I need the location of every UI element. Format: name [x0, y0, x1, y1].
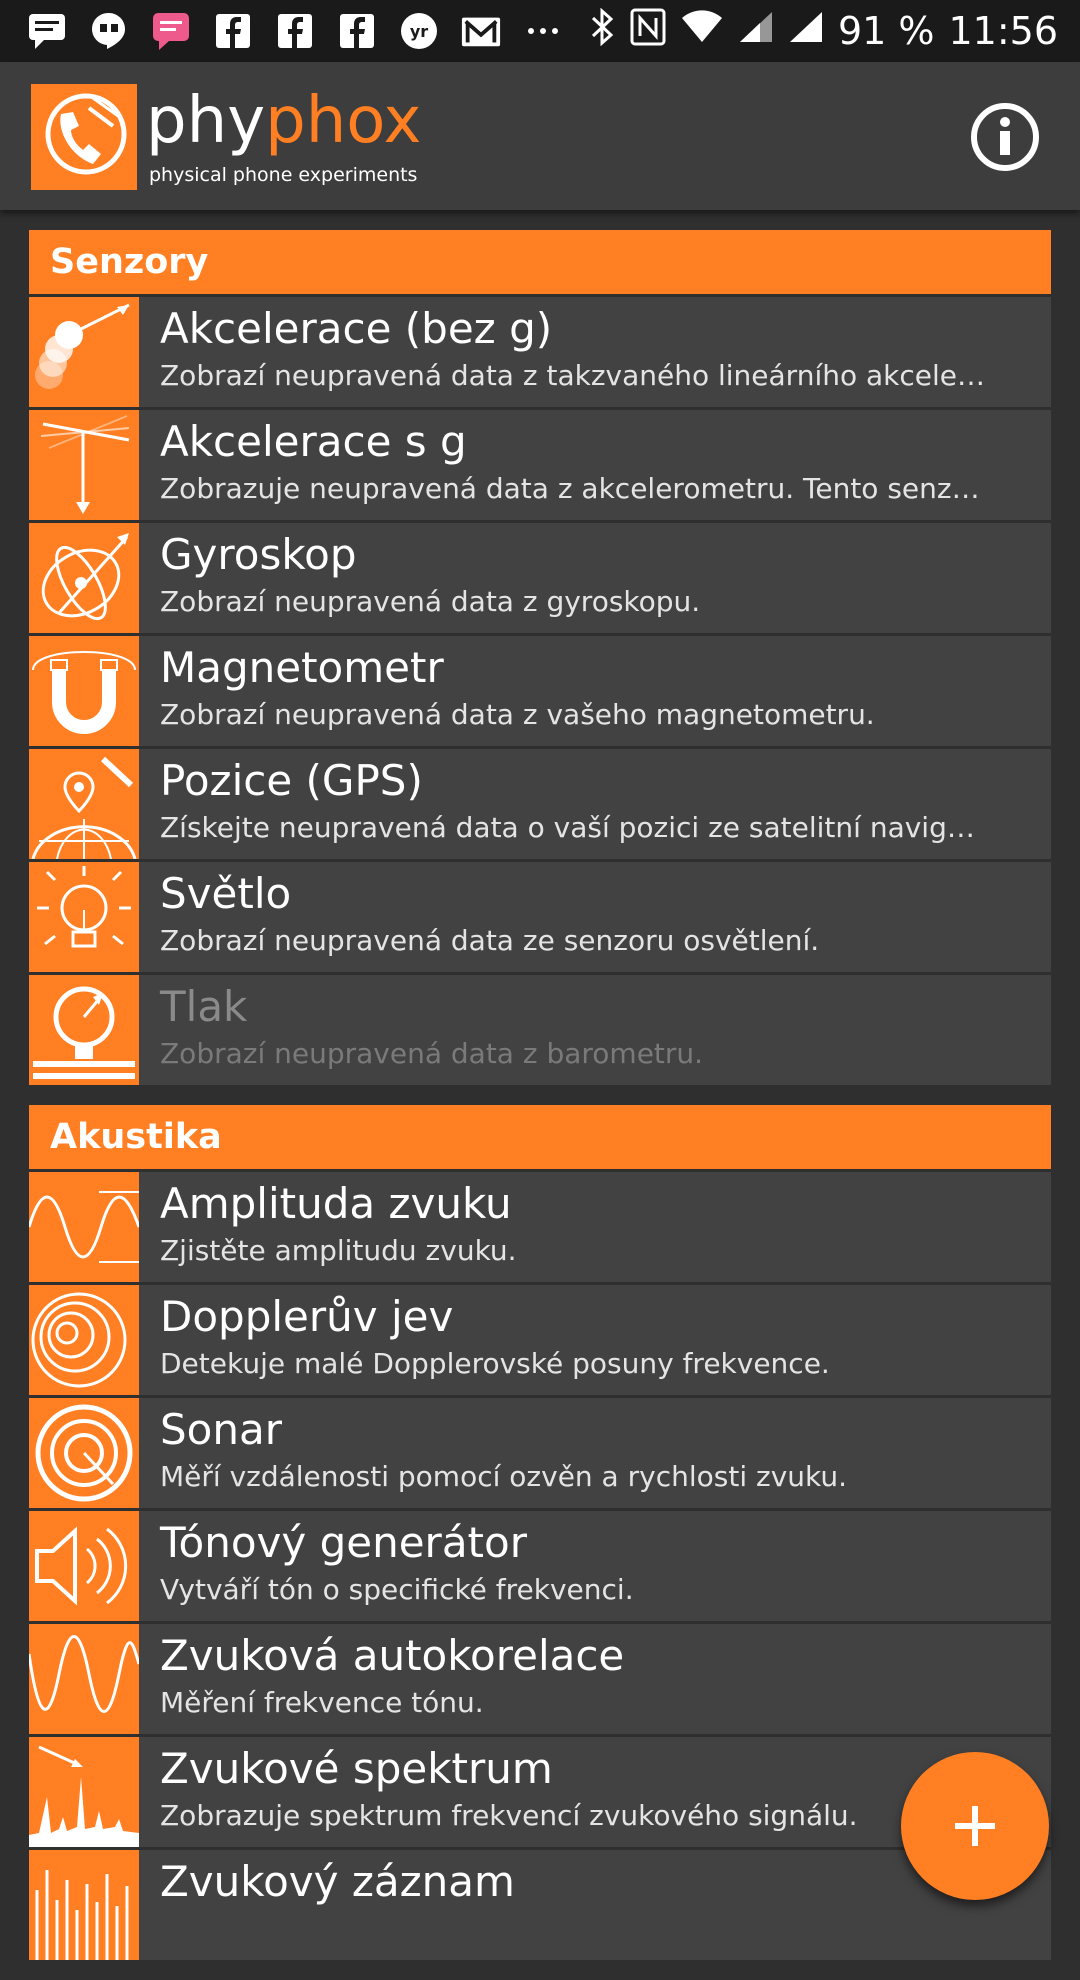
- status-bar: yr 91 % 11:56: [0, 0, 1080, 62]
- plus-icon: [955, 1806, 995, 1846]
- app-subtitle: physical phone experiments: [149, 164, 418, 186]
- experiment-title: Tónový generátor: [160, 1518, 527, 1567]
- bluetooth-icon: [590, 7, 616, 55]
- experiment-description: Získejte neupravená data o vaší pozici z…: [160, 811, 975, 844]
- light-bulb-icon: [29, 862, 139, 972]
- sound-amplitude-icon: [29, 1172, 139, 1282]
- facebook-icon: [212, 11, 254, 51]
- svg-text:yr: yr: [410, 22, 428, 41]
- experiment-item[interactable]: Magnetometr Zobrazí neupravená data z va…: [29, 636, 1051, 746]
- experiment-item[interactable]: Zvuková autokorelace Měření frekvence tó…: [29, 1624, 1051, 1734]
- chat-icon: [150, 11, 192, 51]
- category-akustika: Akustika Amplituda zvuku Zjistěte amplit…: [29, 1105, 1051, 1960]
- signal-icon-1: [738, 9, 774, 53]
- experiment-description: Vytváří tón o specifické frekvenci.: [160, 1573, 634, 1606]
- experiment-item[interactable]: Světlo Zobrazí neupravená data ze senzor…: [29, 862, 1051, 972]
- hangouts-icon: [88, 11, 130, 51]
- clock: 11:56: [948, 9, 1058, 53]
- yr-icon: yr: [398, 11, 440, 51]
- experiment-description: Detekuje malé Dopplerovské posuny frekve…: [160, 1347, 830, 1380]
- gmail-icon: [460, 11, 502, 51]
- experiment-item[interactable]: Dopplerův jev Detekuje malé Dopplerovské…: [29, 1285, 1051, 1395]
- spectrum-icon: [29, 1737, 139, 1847]
- experiment-description: Zobrazuje neupravená data z akcelerometr…: [160, 472, 980, 505]
- experiment-title: Magnetometr: [160, 643, 444, 692]
- experiment-title: Gyroskop: [160, 530, 357, 579]
- notification-icons: yr: [0, 11, 564, 51]
- system-status: 91 % 11:56: [590, 0, 1058, 62]
- experiment-description: Měření frekvence tónu.: [160, 1686, 484, 1719]
- category-header: Senzory: [29, 230, 1051, 294]
- app-name: phyphox: [146, 84, 422, 158]
- experiment-item-disabled: Tlak Zobrazí neupravená data z barometru…: [29, 975, 1051, 1085]
- battery-percent: 91 %: [837, 9, 935, 53]
- speaker-icon: [29, 1511, 139, 1621]
- autocorrelation-icon: [29, 1624, 139, 1734]
- audio-recording-icon: [29, 1850, 139, 1960]
- category-header: Akustika: [29, 1105, 1051, 1169]
- experiment-title: Dopplerův jev: [160, 1292, 454, 1341]
- category-senzory: Senzory Akcelerace (bez g) Zobrazí neupr…: [29, 230, 1051, 1085]
- add-experiment-button[interactable]: [901, 1752, 1049, 1900]
- experiment-item[interactable]: Pozice (GPS) Získejte neupravená data o …: [29, 749, 1051, 859]
- experiment-description: Zjistěte amplitudu zvuku.: [160, 1234, 517, 1267]
- experiment-title: Světlo: [160, 869, 292, 918]
- experiment-title: Zvuková autokorelace: [160, 1631, 625, 1680]
- nfc-icon: [630, 8, 666, 55]
- doppler-icon: [29, 1285, 139, 1395]
- experiment-description: Zobrazí neupravená data ze senzoru osvět…: [160, 924, 820, 957]
- experiment-title: Akcelerace (bez g): [160, 304, 553, 353]
- magnet-icon: [29, 636, 139, 746]
- experiment-description: Zobrazí neupravená data z takzvaného lin…: [160, 359, 986, 392]
- experiment-title: Amplituda zvuku: [160, 1179, 512, 1228]
- experiment-description: Zobrazí neupravená data z vašeho magneto…: [160, 698, 875, 731]
- more-icon: [522, 11, 564, 51]
- app-bar: phyphox physical phone experiments: [0, 62, 1080, 210]
- info-icon: [971, 103, 1039, 171]
- signal-icon-2: [788, 9, 824, 53]
- gps-icon: [29, 749, 139, 859]
- experiment-title: Akcelerace s g: [160, 417, 467, 466]
- gyroscope-icon: [29, 523, 139, 633]
- experiment-item[interactable]: Amplituda zvuku Zjistěte amplitudu zvuku…: [29, 1172, 1051, 1282]
- facebook-icon: [274, 11, 316, 51]
- experiment-title: Tlak: [160, 982, 248, 1031]
- pressure-gauge-icon: [29, 975, 139, 1085]
- wifi-icon: [680, 9, 724, 53]
- experiment-list: Senzory Akcelerace (bez g) Zobrazí neupr…: [29, 230, 1051, 1980]
- experiment-item[interactable]: Sonar Měří vzdálenosti pomocí ozvěn a ry…: [29, 1398, 1051, 1508]
- experiment-description: Měří vzdálenosti pomocí ozvěn a rychlost…: [160, 1460, 848, 1493]
- facebook-icon: [336, 11, 378, 51]
- experiment-item[interactable]: Akcelerace s g Zobrazuje neupravená data…: [29, 410, 1051, 520]
- acceleration-icon: [29, 297, 139, 407]
- experiment-item[interactable]: Gyroskop Zobrazí neupravená data z gyros…: [29, 523, 1051, 633]
- sonar-icon: [29, 1398, 139, 1508]
- experiment-title: Pozice (GPS): [160, 756, 423, 805]
- experiment-item[interactable]: Zvukový záznam: [29, 1850, 1051, 1960]
- acceleration-with-g-icon: [29, 410, 139, 520]
- experiment-item[interactable]: Akcelerace (bez g) Zobrazí neupravená da…: [29, 297, 1051, 407]
- experiment-title: Sonar: [160, 1405, 282, 1454]
- message-icon: [26, 11, 68, 51]
- info-button[interactable]: [970, 102, 1040, 172]
- experiment-description: Zobrazí neupravená data z gyroskopu.: [160, 585, 701, 618]
- experiment-item[interactable]: Zvukové spektrum Zobrazuje spektrum frek…: [29, 1737, 1051, 1847]
- phyphox-logo-icon: [31, 84, 137, 190]
- experiment-description: Zobrazí neupravená data z barometru.: [160, 1037, 704, 1070]
- experiment-item[interactable]: Tónový generátor Vytváří tón o specifick…: [29, 1511, 1051, 1621]
